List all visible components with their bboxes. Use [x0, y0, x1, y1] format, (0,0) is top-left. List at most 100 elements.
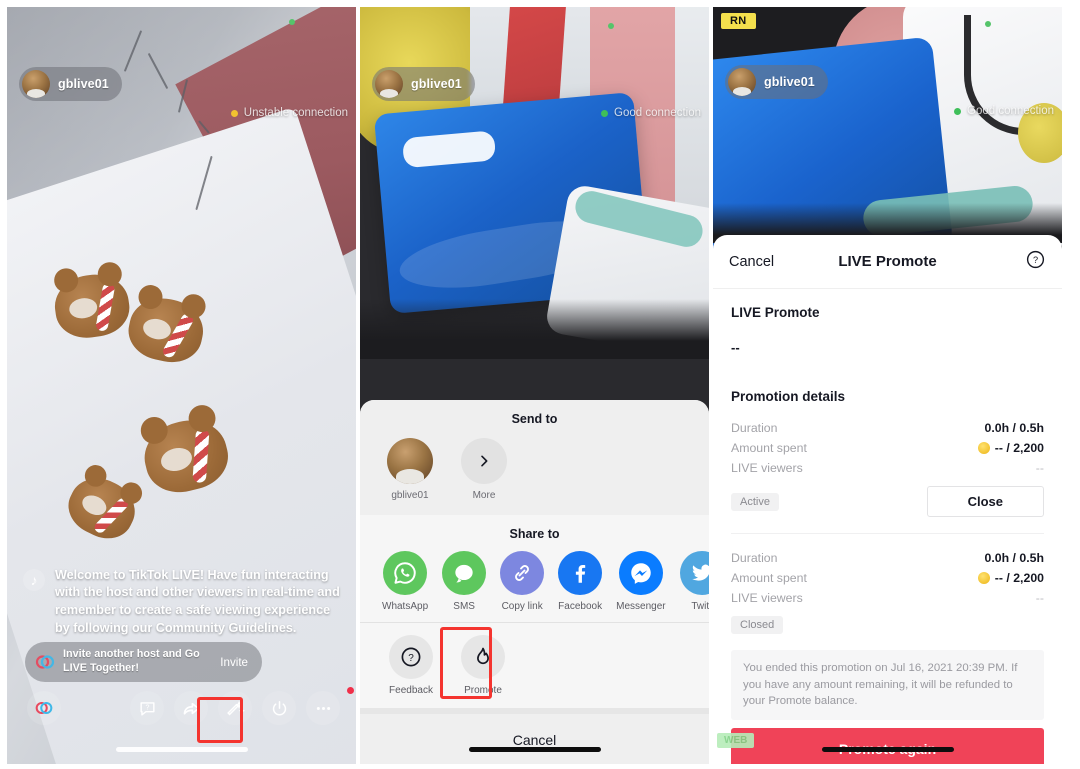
- share-target-label: Copy link: [501, 601, 543, 612]
- screenshot-root: gblive01 Unstable connection ♪ Welcome t…: [0, 0, 1080, 769]
- coin-icon: [977, 442, 990, 454]
- close-promotion-button[interactable]: Close: [926, 486, 1044, 517]
- promotion-details-heading: Promotion details: [731, 389, 846, 404]
- svg-text:?: ?: [408, 653, 414, 664]
- status-badge: Active: [731, 492, 779, 511]
- share-target-label: SMS: [453, 601, 475, 612]
- detail-key: Amount spent: [731, 571, 807, 585]
- connection-label: Good connection: [614, 107, 701, 119]
- tool-label: Promote: [464, 685, 502, 696]
- home-indicator: [115, 747, 248, 752]
- connection-status: Good connection: [601, 107, 701, 119]
- share-target-label: Twitt: [691, 601, 709, 612]
- promotion-status-row: Closed: [731, 616, 1044, 634]
- connection-status: Good connection: [954, 105, 1054, 117]
- promotion-item: Duration 0.0h / 0.5h Amount spent -- / 2…: [731, 548, 1044, 634]
- share-target-label: Facebook: [558, 601, 603, 612]
- detail-key: LIVE viewers: [731, 591, 803, 605]
- share-target-twitter[interactable]: Twitt: [679, 551, 709, 612]
- detail-value: 0.0h / 0.5h: [984, 421, 1044, 435]
- detail-row: Duration 0.0h / 0.5h: [731, 418, 1044, 438]
- detail-value: --: [1035, 461, 1044, 475]
- welcome-text: Welcome to TikTok LIVE! Have fun interac…: [55, 567, 340, 636]
- bg-shape: [360, 299, 709, 359]
- multi-guest-button[interactable]: [27, 691, 61, 725]
- connection-status: Unstable connection: [230, 107, 348, 119]
- effects-button[interactable]: [218, 691, 252, 725]
- promotion-item: Duration 0.0h / 0.5h Amount spent -- / 2…: [731, 418, 1044, 517]
- share-sheet: Send to gblive01 More Share to WhatsApp …: [360, 400, 709, 764]
- connection-dot-icon: [954, 107, 962, 115]
- share-target-copy-link[interactable]: Copy link: [500, 551, 545, 612]
- detail-value-wrap: -- / 2,200: [977, 441, 1044, 455]
- host-username-pill[interactable]: gblive01: [725, 65, 828, 99]
- chevron-right-icon: [461, 438, 507, 484]
- sheet-body: LIVE Promote -- Promotion details Durati…: [713, 289, 1062, 764]
- send-to-list: gblive01 More: [360, 430, 709, 515]
- username-label: gblive01: [764, 75, 815, 89]
- avatar: [22, 70, 50, 98]
- messenger-icon: [618, 551, 663, 595]
- detail-row: LIVE viewers --: [731, 588, 1044, 608]
- avatar: [375, 70, 403, 98]
- share-button[interactable]: [174, 691, 208, 725]
- detail-key: Duration: [731, 421, 778, 435]
- facebook-icon: [558, 551, 603, 595]
- send-to-more-label: More: [472, 490, 496, 501]
- avatar: [387, 438, 433, 484]
- live-promote-value: --: [731, 340, 740, 355]
- detail-row: Amount spent -- / 2,200: [731, 568, 1044, 588]
- notification-dot: [347, 687, 354, 694]
- svg-text:?: ?: [145, 703, 149, 711]
- go-live-together-text: Invite another host and Go LIVE Together…: [63, 648, 200, 674]
- whatsapp-icon: [383, 551, 428, 595]
- sheet-nav-bar: Cancel LIVE Promote ?: [713, 235, 1062, 289]
- divider: [731, 533, 1044, 534]
- connection-label: Good connection: [967, 105, 1054, 117]
- tiktok-note-icon: ♪: [23, 568, 45, 591]
- share-target-facebook[interactable]: Facebook: [558, 551, 603, 612]
- promotion-note: You ended this promotion on Jul 16, 2021…: [731, 650, 1044, 720]
- live-promote-heading: LIVE Promote: [731, 305, 820, 320]
- share-target-messenger[interactable]: Messenger: [616, 551, 666, 612]
- twitter-icon: [679, 551, 709, 595]
- connection-label: Unstable connection: [243, 107, 348, 119]
- share-target-sms[interactable]: SMS: [442, 551, 487, 612]
- send-to-title: Send to: [511, 412, 558, 426]
- home-indicator: [468, 747, 601, 752]
- detail-row: LIVE viewers --: [731, 458, 1044, 478]
- detail-value: --: [1035, 591, 1044, 605]
- go-live-together-banner[interactable]: Invite another host and Go LIVE Together…: [25, 642, 262, 682]
- promote-again-button[interactable]: Promote again: [731, 727, 1044, 764]
- panel-live-promote: RN gblive01 Good connection Cancel LIVE …: [713, 7, 1062, 764]
- viewer-dot: [289, 19, 295, 25]
- help-circle-icon[interactable]: ?: [1025, 249, 1046, 275]
- live-toolbar: ?: [7, 686, 356, 730]
- promote-button[interactable]: Promote: [454, 635, 512, 696]
- tool-label: Feedback: [389, 685, 433, 696]
- host-username-pill[interactable]: gblive01: [372, 67, 475, 101]
- end-live-button[interactable]: [262, 691, 296, 725]
- detail-row: Amount spent -- / 2,200: [731, 438, 1044, 458]
- share-target-label: Messenger: [616, 601, 666, 612]
- rn-badge: RN: [721, 13, 756, 29]
- feedback-button[interactable]: ? Feedback: [382, 635, 440, 696]
- cancel-button[interactable]: Cancel: [360, 708, 709, 764]
- qa-button[interactable]: ?: [130, 691, 164, 725]
- tools-row: ? Feedback Promote: [360, 623, 709, 708]
- more-options-button[interactable]: [306, 691, 340, 725]
- detail-value: -- / 2,200: [994, 441, 1044, 455]
- send-to-label: gblive01: [391, 490, 429, 501]
- host-username-pill[interactable]: gblive01: [19, 67, 122, 101]
- share-target-whatsapp[interactable]: WhatsApp: [382, 551, 428, 612]
- cancel-button[interactable]: Cancel: [729, 254, 774, 270]
- avatar: [728, 68, 756, 96]
- flame-icon: [461, 635, 505, 679]
- sms-icon: [442, 551, 487, 595]
- send-to-contact[interactable]: gblive01: [382, 438, 438, 501]
- username-label: gblive01: [58, 77, 109, 91]
- invite-button[interactable]: Invite: [220, 656, 252, 669]
- detail-key: Duration: [731, 551, 778, 565]
- send-to-more[interactable]: More: [456, 438, 512, 501]
- share-target-label: WhatsApp: [382, 601, 429, 612]
